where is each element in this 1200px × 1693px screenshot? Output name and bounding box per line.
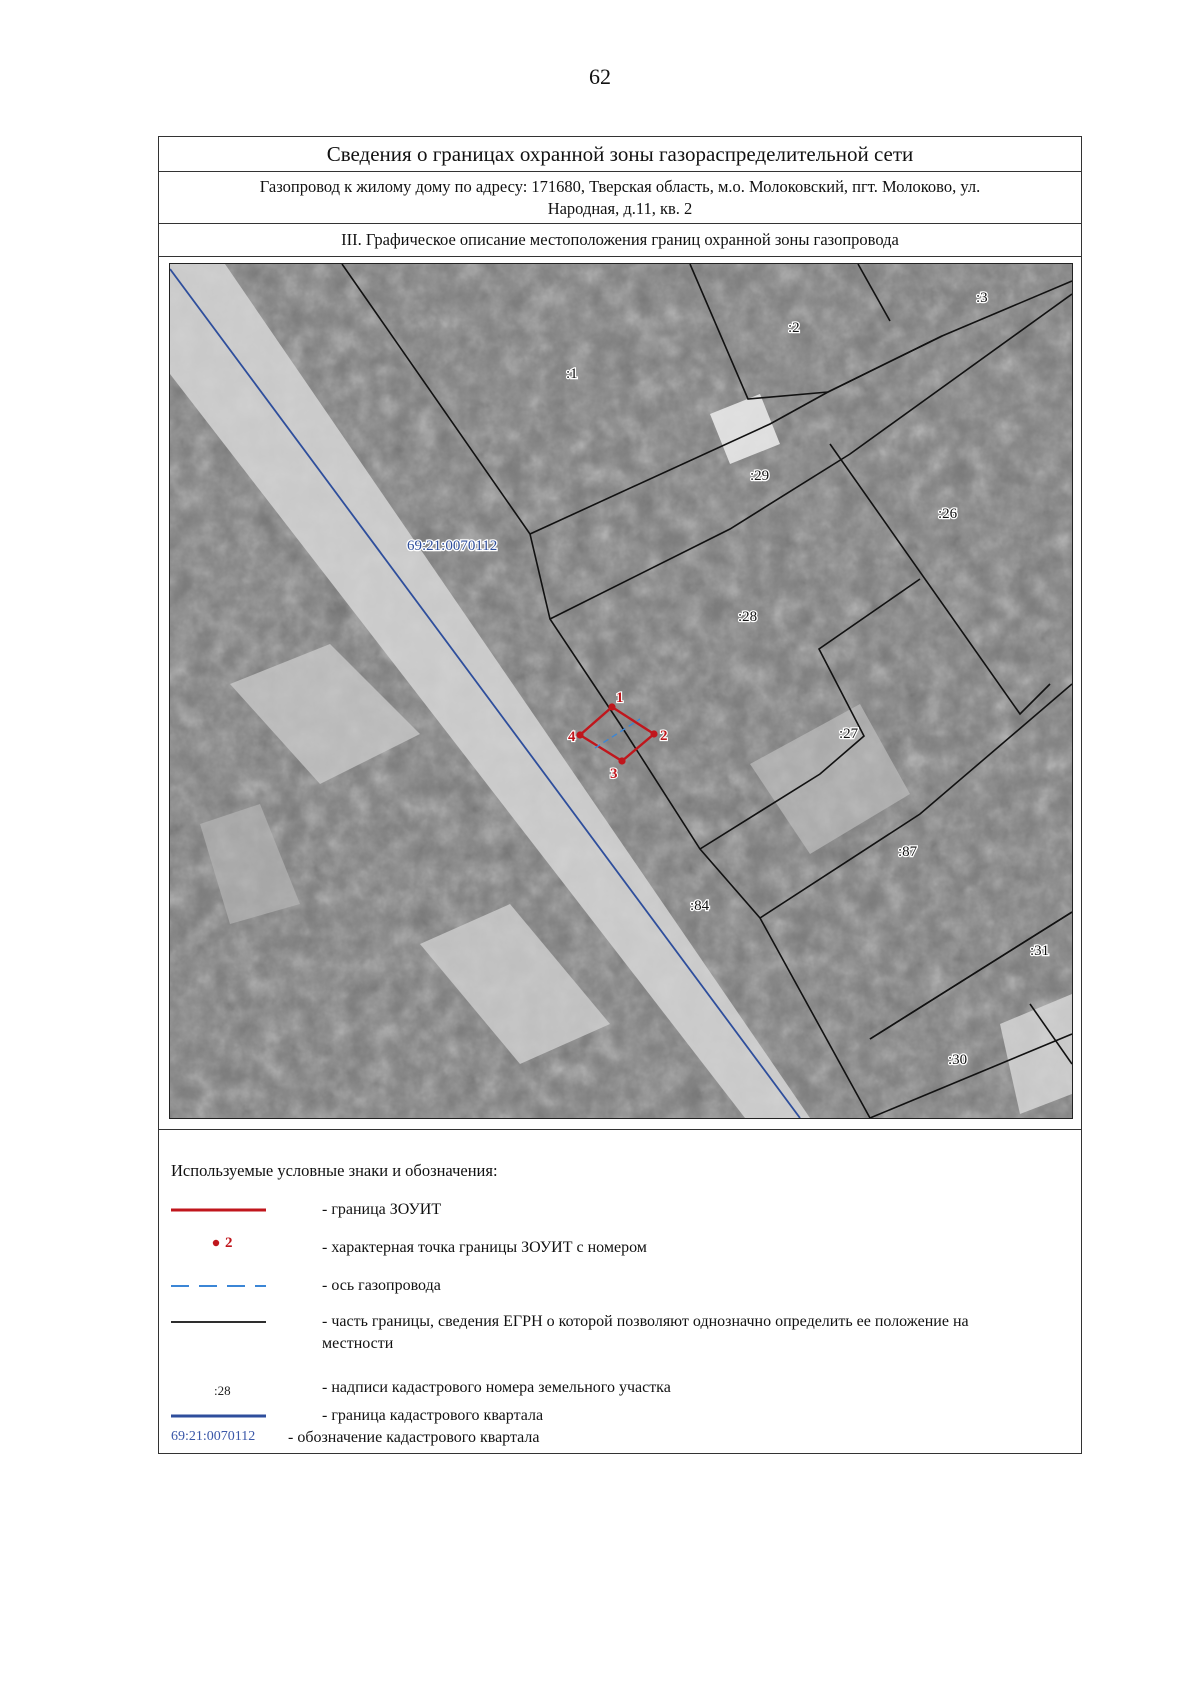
object-line-1: Газопровод к жилому дому по адресу: 1716… [259, 177, 981, 196]
red-point-icon [212, 1239, 220, 1247]
parcel-label: :28 [738, 609, 757, 625]
red-line-icon [171, 1208, 266, 1212]
point-sample-label: 2 [225, 1235, 233, 1251]
parcel-label: :84 [690, 898, 710, 914]
legend-item-parcel-boundary: - часть границы, сведения ЕГРН о которой… [171, 1307, 1051, 1357]
quarter-label: 69:21:0070112 [407, 538, 497, 554]
point-label-3: 3 [610, 766, 618, 782]
legend-item-quarter-boundary: - граница кадастрового квартала [171, 1401, 1051, 1431]
boundary-point-2[interactable] [650, 730, 658, 738]
legend-title: Используемые условные знаки и обозначени… [171, 1161, 498, 1180]
legend-item-quarter-label: 69:21:0070112 - обозначение кадастрового… [171, 1429, 1051, 1453]
blue-dashed-line-icon [171, 1285, 266, 1287]
boundary-point-1[interactable] [608, 703, 616, 711]
boundary-point-4[interactable] [576, 731, 584, 739]
parcel-label: :27 [839, 726, 859, 742]
section-heading: III. Графическое описание местоположения… [159, 224, 1081, 257]
document-title: Сведения о границах охранной зоны газора… [159, 137, 1081, 172]
parcel-label: :31 [1030, 943, 1049, 959]
map-svg: 1 2 3 4 :1 :2 :3 :29 :26 :28 :27 :87 :84… [170, 264, 1072, 1118]
parcel-label: :2 [788, 320, 800, 336]
point-label-1: 1 [616, 690, 624, 706]
document-frame: Сведения о границах охранной зоны газора… [158, 136, 1082, 1454]
parcel-label: :29 [750, 468, 769, 484]
legend-item-parcel-label: :28 - надписи кадастрового номера земель… [171, 1373, 1051, 1403]
legend-text: - надписи кадастрового номера земельного… [322, 1379, 671, 1396]
legend-item-boundary-point: 2 - характерная точка границы ЗОУИТ с но… [171, 1233, 1051, 1263]
parcel-label: :30 [948, 1052, 967, 1068]
quarter-label-sample: 69:21:0070112 [171, 1429, 256, 1444]
parcel-label: :26 [938, 506, 958, 522]
legend-text: - граница ЗОУИТ [322, 1201, 442, 1218]
point-label-2: 2 [660, 728, 668, 744]
black-line-icon [171, 1321, 266, 1323]
boundary-point-3[interactable] [618, 757, 626, 765]
legend-text: - часть границы, сведения ЕГРН о которой… [322, 1313, 969, 1352]
legend-text: - ось газопровода [322, 1277, 441, 1294]
parcel-label-sample: :28 [214, 1383, 231, 1398]
object-description: Газопровод к жилому дому по адресу: 1716… [159, 172, 1081, 224]
blue-line-icon [171, 1414, 266, 1418]
page-number: 62 [589, 64, 611, 89]
parcel-label: :1 [566, 366, 578, 382]
cadastral-map[interactable]: 1 2 3 4 :1 :2 :3 :29 :26 :28 :27 :87 :84… [169, 263, 1073, 1119]
parcel-label: :3 [976, 290, 988, 306]
legend-text: - граница кадастрового квартала [322, 1407, 544, 1424]
object-line-2: Народная, д.11, кв. 2 [547, 199, 693, 218]
legend-item-pipeline-axis: - ось газопровода [171, 1271, 1051, 1301]
point-label-4: 4 [568, 729, 576, 745]
legend-text: - обозначение кадастрового квартала [288, 1429, 540, 1446]
legend-item-zone-boundary: - граница ЗОУИТ [171, 1195, 1051, 1225]
parcel-label: :87 [898, 844, 918, 860]
map-divider [159, 1129, 1081, 1130]
legend-text: - характерная точка границы ЗОУИТ с номе… [322, 1239, 647, 1256]
